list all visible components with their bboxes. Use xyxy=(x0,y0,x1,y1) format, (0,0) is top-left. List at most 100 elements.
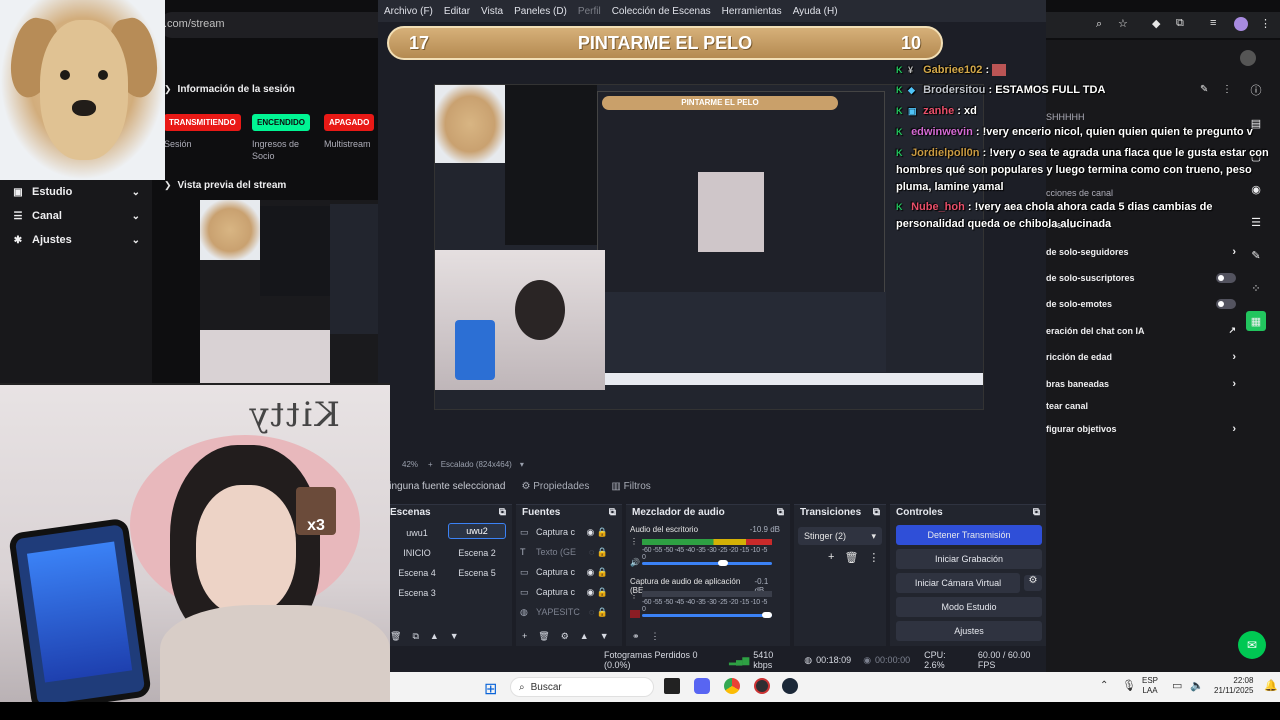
task-view-icon[interactable] xyxy=(664,678,680,694)
dock-float-icon[interactable]: ⧉ xyxy=(609,507,616,519)
menu-ayuda[interactable]: Ayuda (H) xyxy=(793,6,838,17)
speaker-icon[interactable]: 🔊 xyxy=(630,558,640,567)
taskbar-search[interactable]: ⌕ Buscar xyxy=(510,677,654,697)
dock-float-icon[interactable]: ⧉ xyxy=(1033,507,1040,519)
trash-icon[interactable]: 🗑 xyxy=(844,551,858,564)
stop-stream-button[interactable]: Detener Transmisión xyxy=(896,525,1042,545)
filters-button[interactable]: ▥ Filtros xyxy=(605,479,656,494)
volume-knob[interactable] xyxy=(718,560,728,566)
plus-icon[interactable]: + xyxy=(428,460,433,469)
microphone-icon[interactable]: 🎙 xyxy=(1122,679,1136,692)
bookmark-star-icon[interactable]: ☆ xyxy=(1118,17,1128,30)
eye-icon[interactable]: ◉ 🔒 xyxy=(586,567,608,578)
start-virtual-camera-button[interactable]: Iniciar Cámara Virtual xyxy=(896,573,1020,593)
scene-item[interactable]: uwu1 xyxy=(388,525,446,541)
clock[interactable]: 22:08 21/11/2025 xyxy=(1214,676,1253,696)
steam-icon[interactable] xyxy=(782,678,798,694)
properties-button[interactable]: ⚙ Propiedades xyxy=(515,479,595,494)
profile-avatar[interactable] xyxy=(1234,17,1248,31)
arrow-down-icon[interactable]: ▼ xyxy=(600,631,609,642)
link-icon[interactable]: ⚭ xyxy=(632,631,640,642)
media-queue-icon[interactable]: ≡ xyxy=(1210,17,1216,29)
windows-start-icon[interactable]: ⊞ xyxy=(484,679,497,699)
settings-button[interactable]: Ajustes xyxy=(896,621,1042,641)
chevron-icon[interactable]: ❯ xyxy=(164,180,172,191)
studio-mode-button[interactable]: Modo Estudio xyxy=(896,597,1042,617)
scene-item[interactable]: Escena 3 xyxy=(388,585,446,601)
toggle-switch[interactable] xyxy=(1216,273,1236,283)
arrow-up-icon[interactable]: ▲ xyxy=(580,631,589,642)
chat-bubble-icon[interactable]: ✉ xyxy=(1238,631,1266,659)
gear-icon[interactable]: ⚙ xyxy=(1024,575,1042,591)
volume-slider[interactable] xyxy=(642,562,772,565)
dock-float-icon[interactable]: ⧉ xyxy=(499,507,506,519)
menu-kebab-icon[interactable]: ⋮ xyxy=(651,631,660,642)
source-item[interactable]: ▭ Captura c ◉ 🔒 xyxy=(520,583,608,601)
chevron-icon[interactable]: ❯ xyxy=(164,84,172,95)
add-icon[interactable]: + xyxy=(522,631,527,642)
menu-kebab-icon[interactable]: ⋮ xyxy=(630,537,638,546)
scene-item-active[interactable]: uwu2 xyxy=(448,523,506,539)
obs-icon[interactable] xyxy=(754,678,770,694)
transition-select[interactable]: Stinger (2) ▾ xyxy=(798,527,882,545)
zoom-level[interactable]: 42% xyxy=(402,460,418,469)
add-icon[interactable]: + xyxy=(828,551,834,564)
menu-kebab-icon[interactable]: ⋮ xyxy=(1260,17,1271,30)
notifications-icon[interactable]: 🔔 xyxy=(1264,679,1278,692)
eye-off-icon[interactable]: ◌ 🔒 xyxy=(589,547,608,558)
setting-ai-moderation[interactable]: eración del chat con IA ↗ xyxy=(1046,325,1236,336)
eye-icon[interactable]: ◉ 🔒 xyxy=(586,527,608,538)
start-recording-button[interactable]: Iniciar Grabación xyxy=(896,549,1042,569)
setting-goals[interactable]: figurar objetivos › xyxy=(1046,423,1236,435)
network-icon[interactable]: ▭ xyxy=(1172,679,1182,692)
menu-kebab-icon[interactable]: ⋮ xyxy=(868,551,879,564)
discord-icon[interactable] xyxy=(694,678,710,694)
menu-perfil[interactable]: Perfil xyxy=(578,6,601,17)
arrow-down-icon[interactable]: ▼ xyxy=(450,631,459,642)
scene-item[interactable]: INICIO xyxy=(388,545,446,561)
dots-icon[interactable]: ⁘ xyxy=(1246,278,1266,298)
wrench-icon[interactable]: ✎ xyxy=(1246,245,1266,265)
eye-off-icon[interactable]: ◌ 🔒 xyxy=(589,607,608,618)
extension-green-icon[interactable]: ▦ xyxy=(1246,311,1266,331)
scene-item[interactable]: Escena 5 xyxy=(448,565,506,581)
source-item[interactable]: T Texto (GE ◌ 🔒 xyxy=(520,543,608,561)
menu-herramientas[interactable]: Herramientas xyxy=(722,6,782,17)
zoom-icon[interactable]: ⌕ xyxy=(1096,18,1102,31)
gear-icon[interactable]: ⚙ xyxy=(561,631,569,642)
nav-item-canal[interactable]: ☰ Canal ⌄ xyxy=(0,204,152,228)
scaling-label[interactable]: Escalado (824x464) xyxy=(441,460,512,469)
trash-icon[interactable]: 🗑 xyxy=(538,631,549,642)
setting-followers-only[interactable]: de solo-seguidores › xyxy=(1046,246,1236,258)
volume-slider[interactable] xyxy=(642,614,772,617)
language-indicator[interactable]: ESP LAA xyxy=(1142,676,1158,696)
extension-icon[interactable]: ◆ xyxy=(1152,17,1160,30)
address-bar[interactable]: .com/stream xyxy=(160,12,380,38)
source-item[interactable]: ◍ YAPESITC ◌ 🔒 xyxy=(520,603,608,621)
setting-age-restriction[interactable]: ricción de edad › xyxy=(1046,351,1236,363)
dock-float-icon[interactable]: ⧉ xyxy=(777,507,784,519)
muted-speaker-icon[interactable] xyxy=(630,610,640,618)
chevron-up-icon[interactable]: ⌃ xyxy=(1100,680,1108,691)
setting-banned-words[interactable]: bras baneadas › xyxy=(1046,378,1236,390)
dock-float-icon[interactable]: ⧉ xyxy=(873,507,880,519)
chrome-icon[interactable] xyxy=(724,678,740,694)
source-item[interactable]: ▭ Captura c ◉ 🔒 xyxy=(520,523,608,541)
menu-editar[interactable]: Editar xyxy=(444,6,470,17)
menu-kebab-icon[interactable]: ⋮ xyxy=(630,591,638,600)
source-item[interactable]: ▭ Captura c ◉ 🔒 xyxy=(520,563,608,581)
scene-item[interactable]: Escena 4 xyxy=(388,565,446,581)
arrow-up-icon[interactable]: ▲ xyxy=(430,631,439,642)
menu-coleccion-escenas[interactable]: Colección de Escenas xyxy=(612,6,711,17)
volume-icon[interactable]: 🔈 xyxy=(1190,679,1204,692)
trash-icon[interactable]: 🗑 xyxy=(390,631,401,642)
menu-paneles[interactable]: Paneles (D) xyxy=(514,6,567,17)
setting-subscribers-only[interactable]: de solo-suscriptores xyxy=(1046,273,1236,283)
nav-item-ajustes[interactable]: ✱ Ajustes ⌄ xyxy=(0,228,152,252)
setting-emotes-only[interactable]: de solo-emotes xyxy=(1046,299,1236,309)
nav-item-estudio[interactable]: ▣ Estudio ⌄ xyxy=(0,180,152,204)
scene-item[interactable]: Escena 2 xyxy=(448,545,506,561)
chevron-down-icon[interactable]: ▾ xyxy=(520,460,524,469)
copy-icon[interactable]: ⧉ xyxy=(412,631,418,642)
toggle-switch[interactable] xyxy=(1216,299,1236,309)
